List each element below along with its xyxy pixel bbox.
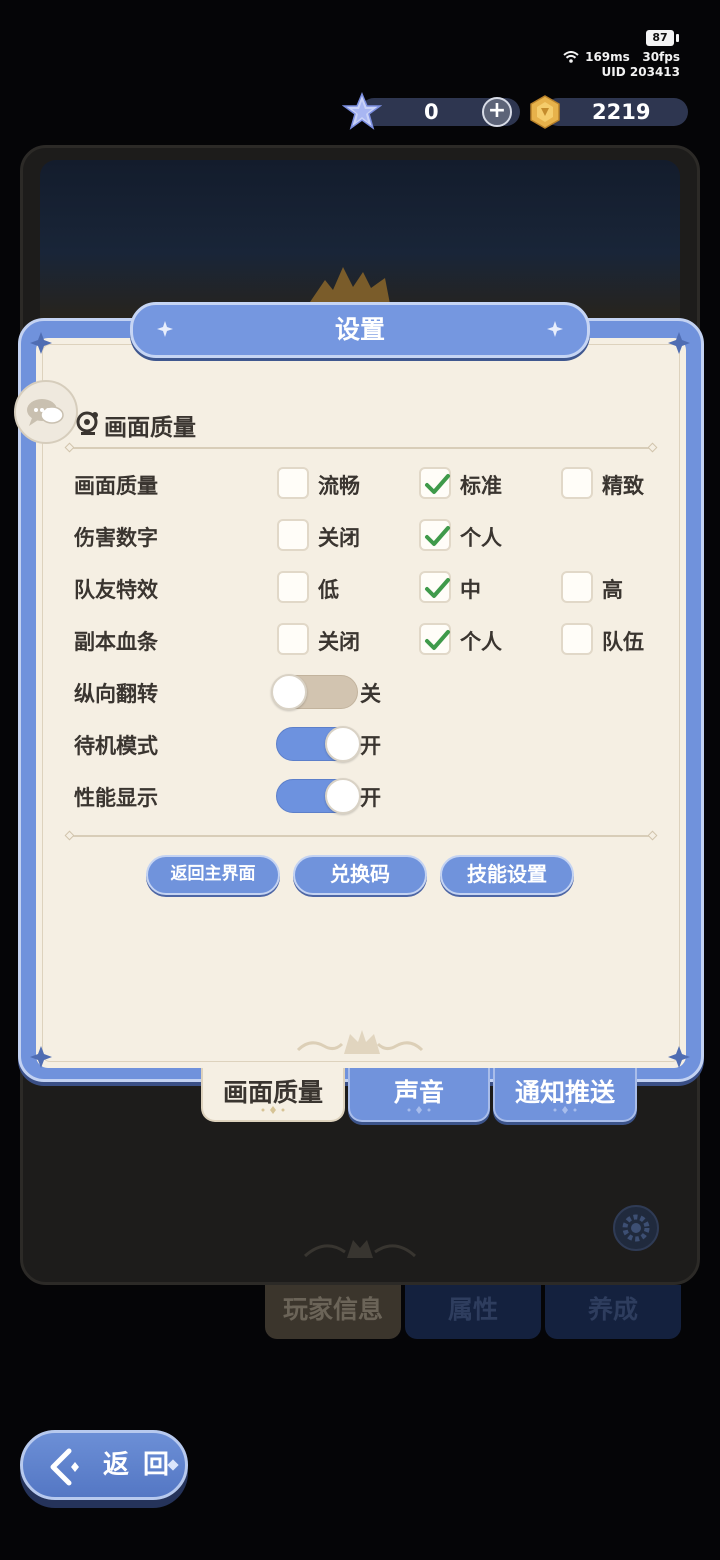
option-label: 低 — [318, 578, 339, 602]
toggle-standby-mode[interactable] — [276, 726, 361, 762]
corner-ornament-icon — [30, 1046, 52, 1068]
option-label: 标准 — [460, 474, 502, 498]
quality-section-icon — [76, 411, 98, 435]
battery-indicator: 87 — [646, 30, 679, 46]
checkbox-hp-off[interactable] — [277, 623, 309, 655]
gem-value: 0 — [424, 100, 439, 124]
checkbox-quality-standard[interactable] — [419, 467, 451, 499]
return-main-button[interactable]: 返回主界面 — [146, 855, 280, 895]
toggle-state-label: 开 — [360, 734, 381, 758]
setting-label-damage-numbers: 伤害数字 — [74, 526, 158, 550]
checkbox-damage-personal[interactable] — [419, 519, 451, 551]
fps-value: 30fps — [642, 50, 680, 64]
ping-value: 169ms — [585, 50, 630, 64]
status-overlay: 87 169ms 30fps UID 203413 — [563, 26, 680, 79]
option-label: 精致 — [602, 474, 644, 498]
setting-label-standby-mode: 待机模式 — [74, 734, 158, 758]
actions-divider — [64, 830, 658, 841]
back-button[interactable]: 返回 — [20, 1430, 188, 1500]
checkmark-icon — [425, 474, 450, 494]
toggle-state-label: 开 — [360, 786, 381, 810]
option-label: 流畅 — [318, 474, 360, 498]
checkbox-effects-medium[interactable] — [419, 571, 451, 603]
wifi-icon — [563, 51, 579, 63]
checkbox-quality-smooth[interactable] — [277, 467, 309, 499]
add-gems-button[interactable]: + — [482, 97, 512, 127]
tab-sound[interactable]: 声音 — [348, 1068, 490, 1122]
tab-underline-ornament-icon — [407, 1106, 431, 1114]
toggle-state-label: 关 — [360, 682, 381, 706]
toggle-vertical-flip[interactable] — [271, 674, 358, 710]
dialog-title-banner: 设置 — [130, 302, 590, 358]
option-label: 个人 — [460, 630, 502, 654]
checkbox-damage-off[interactable] — [277, 519, 309, 551]
back-arrow-icon — [50, 1448, 79, 1486]
background-ornament-icon — [303, 1240, 417, 1258]
corner-ornament-icon — [668, 332, 690, 354]
tab-label: 声音 — [393, 1078, 444, 1107]
setting-label-dungeon-hp: 副本血条 — [74, 630, 158, 654]
option-label: 中 — [460, 578, 481, 602]
checkbox-quality-fine[interactable] — [561, 467, 593, 499]
uid-label: UID 203413 — [601, 65, 680, 79]
checkbox-hp-team[interactable] — [561, 623, 593, 655]
checkbox-effects-high[interactable] — [561, 571, 593, 603]
checkmark-icon — [425, 630, 450, 650]
option-label: 队伍 — [602, 630, 644, 654]
tab-underline-ornament-icon — [553, 1106, 577, 1114]
checkmark-icon — [425, 526, 450, 546]
corner-ornament-icon — [668, 1046, 690, 1068]
tab-label: 画面质量 — [222, 1078, 323, 1107]
option-label: 个人 — [460, 526, 502, 550]
tab-label: 通知推送 — [514, 1078, 615, 1107]
toggle-performance-display[interactable] — [276, 778, 361, 814]
chat-icon — [27, 399, 64, 426]
coin-value: 2219 — [592, 100, 651, 124]
checkbox-hp-personal[interactable] — [419, 623, 451, 655]
redeem-code-button[interactable]: 兑换码 — [293, 855, 427, 895]
setting-label-vertical-flip: 纵向翻转 — [74, 682, 158, 706]
network-stats: 169ms 30fps — [563, 50, 680, 64]
dialog-title: 设置 — [334, 315, 385, 344]
tab-notifications[interactable]: 通知推送 — [493, 1068, 637, 1122]
sparkle-icon — [547, 321, 563, 337]
skill-settings-button[interactable]: 技能设置 — [440, 855, 574, 895]
corner-ornament-icon — [30, 332, 52, 354]
chat-button[interactable] — [14, 380, 78, 444]
setting-label-performance-display: 性能显示 — [74, 786, 158, 810]
tab-growth: 养成 — [545, 1285, 681, 1339]
section-divider — [64, 442, 658, 453]
option-label: 高 — [602, 578, 623, 602]
star-gem-icon — [342, 92, 382, 130]
coin-icon — [530, 95, 560, 129]
checkmark-icon — [425, 578, 450, 598]
setting-label-teammate-effects: 队友特效 — [74, 578, 158, 602]
tab-graphics-quality[interactable]: 画面质量 — [201, 1068, 345, 1122]
tab-attributes: 属性 — [405, 1285, 541, 1339]
currency-bar: 0 + 2219 — [342, 92, 688, 130]
setting-label-quality: 画面质量 — [74, 474, 158, 498]
section-title: 画面质量 — [104, 415, 196, 441]
checkbox-effects-low[interactable] — [277, 571, 309, 603]
option-label: 关闭 — [318, 630, 360, 654]
tab-player-info: 玩家信息 — [265, 1285, 401, 1339]
tab-underline-ornament-icon — [261, 1106, 285, 1114]
option-label: 关闭 — [318, 526, 360, 550]
gear-icon — [613, 1205, 659, 1251]
dialog-ornament-icon — [296, 1030, 424, 1054]
